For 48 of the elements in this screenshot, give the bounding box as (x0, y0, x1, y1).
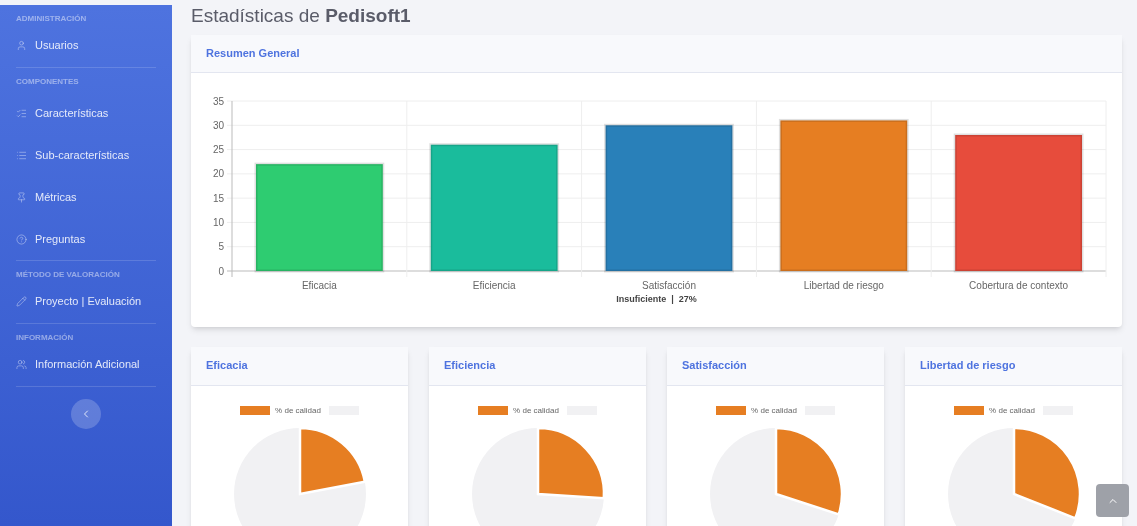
scroll-top-button[interactable] (1096, 484, 1129, 517)
checklist-icon (16, 107, 27, 119)
card-title: Eficiencia (444, 358, 496, 374)
sidebar-item[interactable]: Preguntas (16, 218, 156, 260)
axis-category-label: Satisfacción (642, 280, 696, 291)
legend-label: % de calidad (989, 404, 1035, 417)
sidebar-heading: ADMINISTRACIÓN (16, 13, 88, 25)
sidebar-item[interactable]: Características (16, 92, 156, 134)
axis-tick-label: 30 (212, 119, 224, 131)
users-icon (16, 358, 27, 370)
legend-swatch (954, 406, 985, 415)
axis-category-label: Eficacia (301, 280, 337, 291)
legend-label: % de calidad (513, 404, 559, 417)
sidebar-heading: MÉTODO DE VALORACIÓN (16, 269, 121, 281)
legend-label: % de calidad (751, 404, 797, 417)
collapse-sidebar-button[interactable] (71, 399, 101, 429)
card-title: Satisfacción (682, 358, 747, 374)
sidebar-item[interactable]: Métricas (16, 176, 156, 218)
list-icon (16, 149, 27, 161)
question-icon (16, 233, 27, 245)
result-label: Insuficiente | 27% (616, 293, 697, 306)
legend-swatch (716, 406, 747, 415)
sidebar-item[interactable]: Usuarios (16, 29, 156, 61)
axis-category-label: Libertad de riesgo (803, 280, 884, 291)
card-title: Eficacia (206, 358, 248, 374)
axis-tick-label: 15 (212, 192, 224, 204)
pencil-icon (16, 295, 27, 307)
axis-tick-label: 0 (218, 265, 224, 277)
sidebar-heading: INFORMACIÓN (16, 332, 75, 344)
axis-tick-label: 5 (218, 241, 224, 253)
axis-tick-label: 20 (212, 168, 224, 180)
card-title: Resumen General (206, 46, 300, 62)
axis-category-label: Eficiencia (472, 280, 516, 291)
sidebar-item[interactable]: Sub-características (16, 134, 156, 176)
sidebar-heading: COMPONENTES (16, 76, 80, 88)
axis-category-label: Cobertura de contexto (969, 280, 1069, 291)
page-title: Estadísticas de Pedisoft1 (191, 4, 412, 28)
sidebar-item[interactable]: Información Adicional (16, 348, 156, 380)
sidebar-item[interactable]: Proyecto | Evaluación (16, 285, 156, 317)
axis-tick-label: 25 (212, 144, 224, 156)
user-icon (16, 39, 27, 51)
axis-tick-label: 35 (212, 95, 224, 107)
card-title: Libertad de riesgo (920, 358, 1016, 374)
legend-swatch (478, 406, 509, 415)
legend-swatch (240, 406, 271, 415)
axis-tick-label: 10 (212, 216, 224, 228)
pin-icon (16, 191, 27, 203)
legend-label: % de calidad (275, 404, 321, 417)
